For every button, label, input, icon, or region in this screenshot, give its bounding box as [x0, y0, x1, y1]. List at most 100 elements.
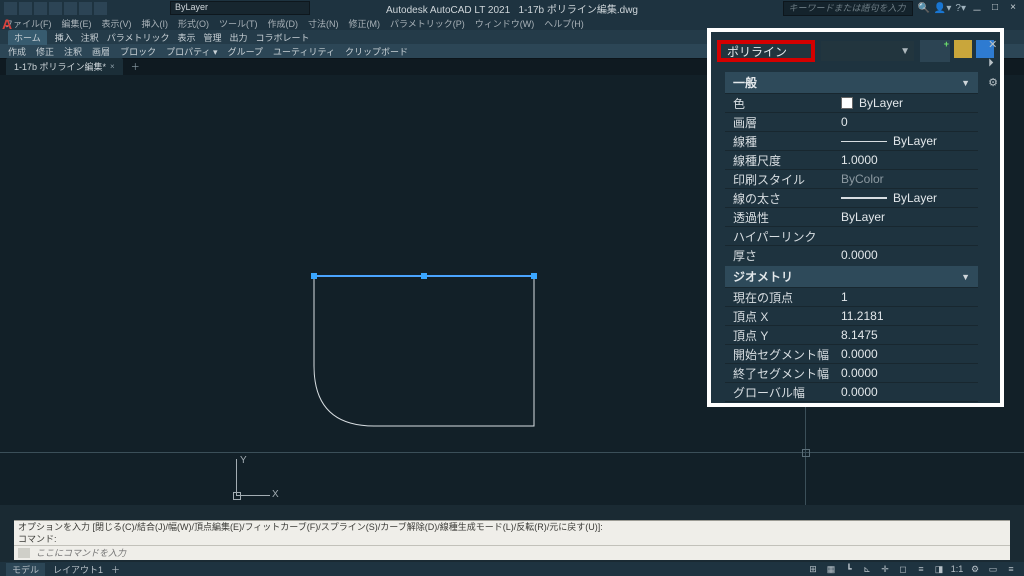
- menu-item[interactable]: 表示(V): [102, 17, 132, 30]
- qat-open-icon[interactable]: [19, 2, 32, 15]
- selected-polyline[interactable]: [314, 276, 534, 426]
- property-row[interactable]: 印刷スタイルByColor: [725, 169, 978, 188]
- status-polar-icon[interactable]: ✛: [878, 564, 892, 575]
- menu-item[interactable]: 作成(D): [268, 17, 299, 30]
- ribbon-tab[interactable]: 表示: [178, 31, 196, 44]
- property-row[interactable]: 線種尺度1.0000: [725, 150, 978, 169]
- property-section-header[interactable]: 一般▼: [725, 72, 978, 93]
- layout-tab[interactable]: レイアウト1: [53, 563, 103, 576]
- ribbon-tab[interactable]: ホーム: [8, 30, 47, 45]
- ribbon-panel-label[interactable]: クリップボード: [345, 45, 408, 58]
- ribbon-panel-label[interactable]: 作成: [8, 45, 26, 58]
- property-value[interactable]: ByLayer: [841, 191, 978, 205]
- property-value[interactable]: 0.0000: [841, 248, 978, 262]
- menu-item[interactable]: 寸法(N): [308, 17, 339, 30]
- object-type-dropdown-icon[interactable]: ▼: [821, 41, 914, 61]
- property-value[interactable]: 0: [841, 115, 978, 129]
- qat-undo-icon[interactable]: [79, 2, 92, 15]
- property-value[interactable]: ByLayer: [841, 210, 978, 224]
- ribbon-tab[interactable]: 管理: [204, 31, 222, 44]
- status-lineweight-icon[interactable]: ≡: [914, 564, 928, 575]
- add-layout-icon[interactable]: ＋: [111, 563, 120, 576]
- property-value[interactable]: 8.1475: [841, 328, 978, 342]
- quick-select-icon[interactable]: [954, 40, 972, 58]
- grip-vertex[interactable]: [531, 273, 537, 279]
- property-row[interactable]: 線種ByLayer: [725, 131, 978, 150]
- qat-redo-icon[interactable]: [94, 2, 107, 15]
- ribbon-tab[interactable]: 出力: [230, 31, 248, 44]
- menu-item[interactable]: 挿入(I): [142, 17, 169, 30]
- palette-options-icon[interactable]: ⚙: [988, 76, 998, 89]
- qat-saveas-icon[interactable]: [49, 2, 62, 15]
- maximize-button[interactable]: □: [988, 2, 1002, 14]
- property-row[interactable]: 色ByLayer: [725, 93, 978, 112]
- property-row[interactable]: ハイパーリンク: [725, 226, 978, 245]
- property-row[interactable]: グローバル幅0.0000: [725, 382, 978, 401]
- property-row[interactable]: 線の太さByLayer: [725, 188, 978, 207]
- search-icon[interactable]: 🔍: [917, 3, 929, 14]
- ribbon-tab[interactable]: コラボレート: [256, 31, 310, 44]
- property-row[interactable]: 高度0.0000: [725, 401, 978, 403]
- status-customize-icon[interactable]: ≡: [1004, 564, 1018, 575]
- palette-collapse-icon[interactable]: ⏵: [988, 57, 998, 70]
- menu-item[interactable]: 形式(O): [178, 17, 209, 30]
- add-selection-icon[interactable]: [920, 40, 950, 62]
- status-model-icon[interactable]: ⊞: [806, 564, 820, 575]
- command-input[interactable]: [34, 547, 1006, 559]
- new-tab-button[interactable]: ＋: [125, 58, 146, 75]
- property-value[interactable]: ByLayer: [841, 96, 978, 110]
- ribbon-panel-label[interactable]: プロパティ ▾: [166, 45, 217, 58]
- property-value[interactable]: ByLayer: [841, 134, 978, 148]
- status-gear-icon[interactable]: ⚙: [968, 564, 982, 575]
- layer-selector[interactable]: ByLayer: [170, 1, 310, 15]
- menu-item[interactable]: ウィンドウ(W): [475, 17, 535, 30]
- ribbon-tab[interactable]: 注釈: [81, 31, 99, 44]
- property-section-header[interactable]: ジオメトリ▼: [725, 266, 978, 287]
- model-tab[interactable]: モデル: [6, 563, 45, 576]
- qat-new-icon[interactable]: [4, 2, 17, 15]
- grip-vertex[interactable]: [311, 273, 317, 279]
- property-row[interactable]: 厚さ0.0000: [725, 245, 978, 264]
- property-row[interactable]: 終了セグメント幅0.0000: [725, 363, 978, 382]
- property-row[interactable]: 頂点 Y8.1475: [725, 325, 978, 344]
- property-row[interactable]: 現在の頂点1: [725, 287, 978, 306]
- quick-access-toolbar[interactable]: [4, 2, 107, 15]
- property-row[interactable]: 開始セグメント幅0.0000: [725, 344, 978, 363]
- ribbon-panel-label[interactable]: ブロック: [120, 45, 156, 58]
- property-row[interactable]: 頂点 X11.2181: [725, 306, 978, 325]
- ribbon-panel-label[interactable]: 注釈: [64, 45, 82, 58]
- status-maximize-icon[interactable]: ▭: [986, 564, 1000, 575]
- close-button[interactable]: ×: [1006, 2, 1020, 14]
- property-value[interactable]: 0.0000: [841, 347, 978, 361]
- command-line[interactable]: オプションを入力 [閉じる(C)/結合(J)/幅(W)/頂点編集(E)/フィット…: [14, 520, 1010, 560]
- menu-item[interactable]: 編集(E): [62, 17, 92, 30]
- search-input[interactable]: キーワードまたは語句を入力: [783, 1, 913, 16]
- property-row[interactable]: 透過性ByLayer: [725, 207, 978, 226]
- file-tab-active[interactable]: 1-17b ポリライン編集* ×: [6, 58, 123, 75]
- status-anno-scale[interactable]: 1:1: [950, 564, 964, 575]
- signin-icon[interactable]: 👤▾: [934, 3, 951, 14]
- status-ortho-icon[interactable]: ⊾: [860, 564, 874, 575]
- menu-item[interactable]: ヘルプ(H): [544, 17, 584, 30]
- menu-item[interactable]: ツール(T): [219, 17, 258, 30]
- ribbon-panel-label[interactable]: 修正: [36, 45, 54, 58]
- property-value[interactable]: 1: [841, 290, 978, 304]
- property-value[interactable]: ByColor: [841, 172, 978, 186]
- menu-item[interactable]: パラメトリック(P): [390, 17, 465, 30]
- ribbon-panel-label[interactable]: 画層: [92, 45, 110, 58]
- property-row[interactable]: 画層0: [725, 112, 978, 131]
- property-value[interactable]: 0.0000: [841, 385, 978, 399]
- minimize-button[interactable]: －: [970, 2, 984, 14]
- close-tab-icon[interactable]: ×: [110, 62, 115, 71]
- ribbon-panel-label[interactable]: グループ: [228, 45, 263, 58]
- status-grid-icon[interactable]: ▦: [824, 564, 838, 575]
- command-prompt[interactable]: [14, 545, 1010, 560]
- ribbon-tab[interactable]: パラメトリック: [107, 31, 170, 44]
- property-value[interactable]: 1.0000: [841, 153, 978, 167]
- ribbon-tab[interactable]: 挿入: [55, 31, 73, 44]
- property-value[interactable]: 0.0000: [841, 366, 978, 380]
- palette-close-icon[interactable]: ✕: [988, 38, 998, 51]
- property-value[interactable]: 11.2181: [841, 309, 978, 323]
- object-type-selector[interactable]: ポリライン: [717, 40, 815, 62]
- menu-item[interactable]: 修正(M): [349, 17, 381, 30]
